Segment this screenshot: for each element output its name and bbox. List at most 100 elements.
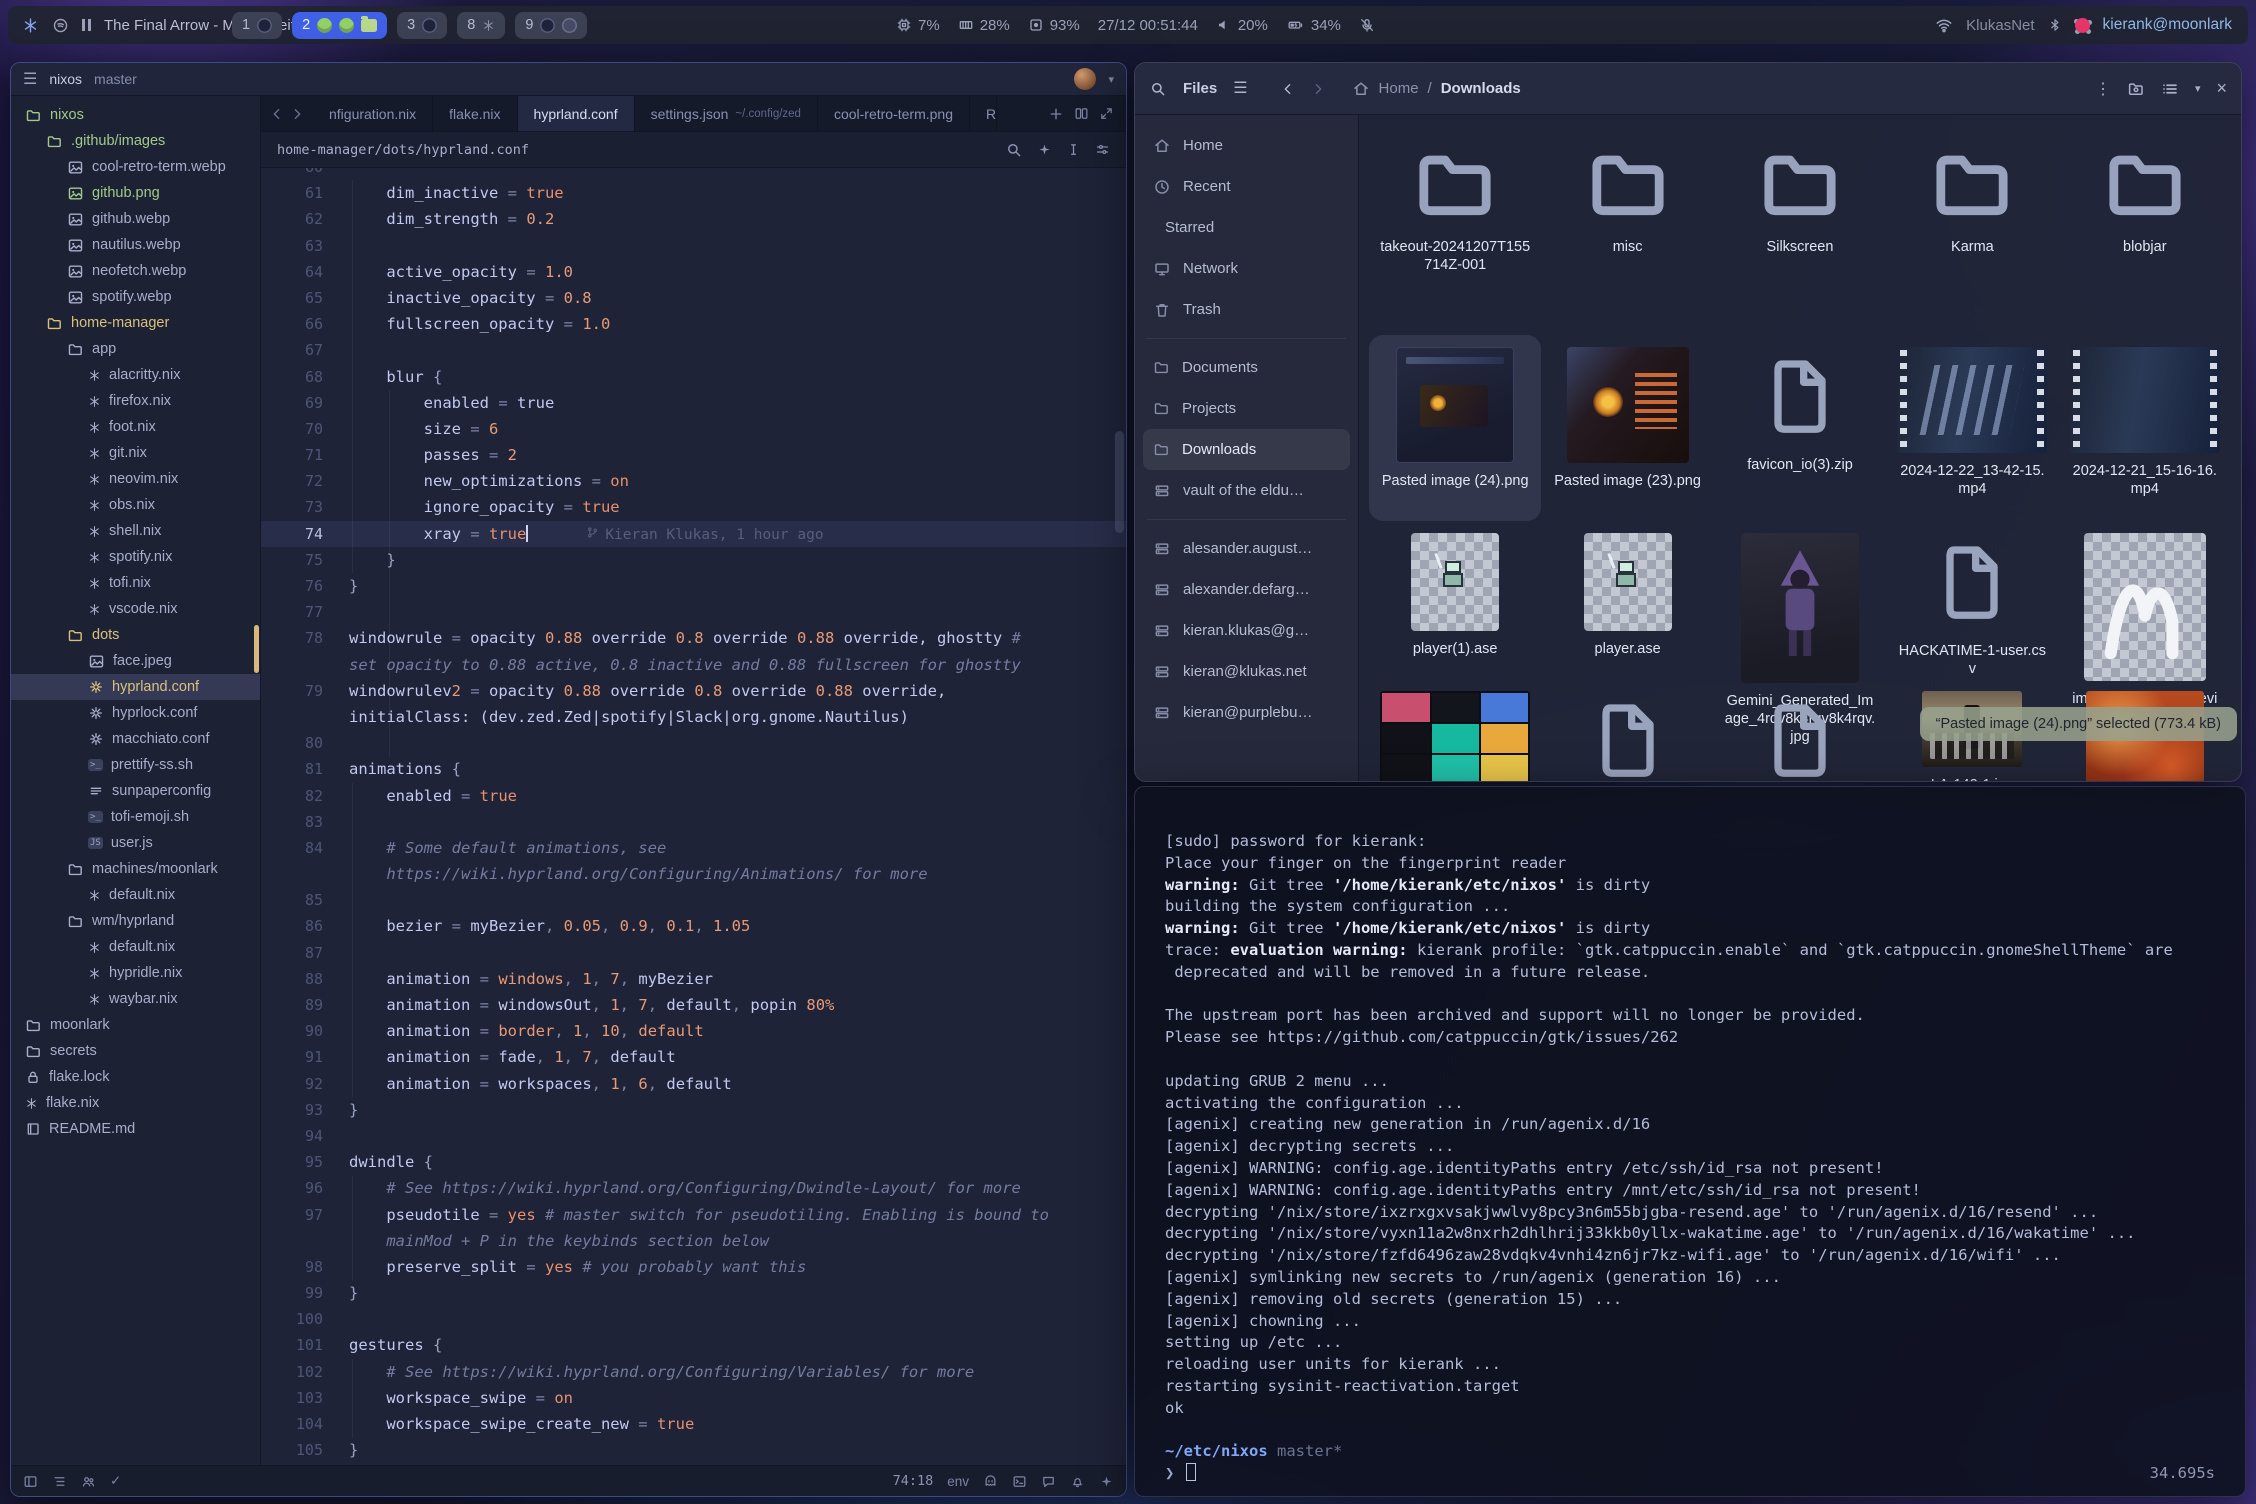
tree-item-hyprlock-conf[interactable]: hyprlock.conf — [11, 700, 260, 726]
code-row[interactable]: 96 # See https://wiki.hyprland.org/Confi… — [261, 1175, 1126, 1201]
code-row[interactable]: 102 # See https://wiki.hyprland.org/Conf… — [261, 1359, 1126, 1385]
breadcrumb[interactable]: home-manager/dots/hyprland.conf — [277, 142, 529, 158]
git-branch[interactable]: master — [94, 71, 137, 87]
tree-item-nautilus-webp[interactable]: nautilus.webp — [11, 232, 260, 258]
media-app-icon[interactable] — [52, 17, 69, 34]
tree-item-wm-hyprland[interactable]: wm/hyprland — [11, 908, 260, 934]
editor-scrollbar[interactable] — [1115, 431, 1124, 533]
tree-item-machines-moonlark[interactable]: machines/moonlark — [11, 856, 260, 882]
file-item-ca-crt[interactable]: ca.crt — [1714, 679, 1886, 781]
workspace-3[interactable]: 3 — [397, 12, 447, 39]
tab-nfiguration-nix[interactable]: nfiguration.nix — [313, 96, 433, 131]
search-icon[interactable] — [1149, 80, 1167, 98]
tree-scrollbar-thumb[interactable] — [254, 625, 259, 673]
tree-item--github-images[interactable]: .github/images — [11, 128, 260, 154]
collab-panel-toggle-icon[interactable] — [81, 1474, 96, 1489]
text-cursor-icon[interactable] — [1066, 141, 1081, 159]
code-row[interactable]: 62 dim_strength = 0.2 — [261, 206, 1126, 232]
code-row[interactable]: 98 preserve_split = yes # you probably w… — [261, 1254, 1126, 1280]
tree-item-macchiato-conf[interactable]: macchiato.conf — [11, 726, 260, 752]
code-row[interactable]: 86 bezier = myBezier, 0.05, 0.9, 0.1, 1.… — [261, 913, 1126, 939]
sidebar-item-kieran-klukas-g-[interactable]: kieran.klukas@g… — [1143, 610, 1350, 651]
tree-item-github-webp[interactable]: github.webp — [11, 206, 260, 232]
code-row[interactable]: 100 — [261, 1306, 1126, 1332]
search-icon[interactable] — [1005, 141, 1023, 159]
project-name[interactable]: nixos — [49, 71, 82, 87]
tree-item-app[interactable]: app — [11, 336, 260, 362]
tree-item-vscode-nix[interactable]: vscode.nix — [11, 596, 260, 622]
workspace-8[interactable]: 8 — [457, 12, 505, 39]
notifications-bell-icon[interactable] — [1070, 1474, 1085, 1489]
file-item-pasted-image-24-png[interactable]: Pasted image (24).png — [1369, 335, 1541, 521]
cursor-position[interactable]: 74:18 — [893, 1473, 934, 1489]
code-row[interactable]: 81animations { — [261, 756, 1126, 782]
code-row[interactable]: 75 } — [261, 547, 1126, 573]
sidebar-item-network[interactable]: Network — [1143, 248, 1350, 289]
code-row[interactable]: 74 xray = trueKieran Klukas, 1 hour ago — [261, 521, 1126, 547]
tab-flake-nix[interactable]: flake.nix — [433, 96, 517, 131]
code-row[interactable]: 71 passes = 2 — [261, 442, 1126, 468]
code-row[interactable]: 93} — [261, 1097, 1126, 1123]
kebab-menu-icon[interactable]: ⋮ — [2095, 79, 2111, 99]
menu-icon[interactable]: ☰ — [23, 69, 37, 89]
workspace-9[interactable]: 9 — [515, 12, 587, 39]
code-row[interactable]: 91 animation = fade, 1, 7, default — [261, 1044, 1126, 1070]
file-item-blobjar[interactable]: blobjar — [2059, 129, 2231, 335]
view-dropdown-icon[interactable]: ▾ — [2195, 82, 2201, 95]
tree-item-tofi-emoji-sh[interactable]: >_tofi-emoji.sh — [11, 804, 260, 830]
file-item-2024-12-21-15-16-16-mp4[interactable]: 2024-12-21_15-16-16.mp4 — [2059, 335, 2231, 521]
code-wrap-row[interactable]: https://wiki.hyprland.org/Configuring/An… — [261, 861, 1126, 887]
code-row[interactable]: 68 blur { — [261, 364, 1126, 390]
tree-item-user-js[interactable]: JSuser.js — [11, 830, 260, 856]
new-tab-icon[interactable] — [1048, 106, 1064, 122]
editor-settings-icon[interactable] — [1095, 141, 1110, 159]
tree-item-tofi-nix[interactable]: tofi.nix — [11, 570, 260, 596]
code-wrap-row[interactable]: mainMod + P in the keybinds section belo… — [261, 1228, 1126, 1254]
tree-item-github-png[interactable]: github.png — [11, 180, 260, 206]
back-icon[interactable] — [1280, 81, 1296, 97]
tree-item-flake-lock[interactable]: flake.lock — [11, 1064, 260, 1090]
code-row[interactable]: 83 — [261, 809, 1126, 835]
code-row[interactable]: 65 inactive_opacity = 0.8 — [261, 285, 1126, 311]
code-row[interactable]: 63 — [261, 233, 1126, 259]
sidebar-item-alesander-august-[interactable]: alesander.august… — [1143, 528, 1350, 569]
env-indicator[interactable]: env — [947, 1474, 969, 1489]
code-row[interactable]: 79windowrulev2 = opacity 0.88 override 0… — [261, 678, 1126, 704]
inline-assist-icon[interactable] — [1037, 141, 1052, 159]
code-row[interactable]: 72 new_optimizations = on — [261, 468, 1126, 494]
terminal-panel-icon[interactable] — [1012, 1474, 1027, 1489]
tree-item-spotify-webp[interactable]: spotify.webp — [11, 284, 260, 310]
zoom-pane-icon[interactable] — [1099, 106, 1114, 121]
terminal-window[interactable]: [sudo] password for kierank:Place your f… — [1134, 786, 2246, 1497]
code-row[interactable]: 99} — [261, 1280, 1126, 1306]
tree-item-secrets[interactable]: secrets — [11, 1038, 260, 1064]
sidebar-item-trash[interactable]: Trash — [1143, 289, 1350, 330]
code-row[interactable]: 92 animation = workspaces, 1, 6, default — [261, 1071, 1126, 1097]
sidebar-item-home[interactable]: Home — [1143, 125, 1350, 166]
sidebar-item-vault-of-the-eldu-[interactable]: vault of the eldu… — [1143, 470, 1350, 511]
tree-item-neovim-nix[interactable]: neovim.nix — [11, 466, 260, 492]
code-row[interactable]: 61 dim_inactive = true — [261, 180, 1126, 206]
code-row[interactable]: 87 — [261, 940, 1126, 966]
code-row[interactable]: 84 # Some default animations, see — [261, 835, 1126, 861]
file-item-wrapped-png[interactable]: wrapped.png — [1369, 679, 1541, 781]
project-panel-toggle-icon[interactable] — [23, 1474, 38, 1489]
code-row[interactable]: 103 workspace_swipe = on — [261, 1385, 1126, 1411]
sidebar-item-kieran-klukas-net[interactable]: kieran@klukas.net — [1143, 651, 1350, 692]
code-row[interactable]: 73 ignore_opacity = true — [261, 494, 1126, 520]
file-item-pasted-image-23-png[interactable]: Pasted image (23).png — [1541, 335, 1713, 521]
home-icon[interactable] — [1352, 80, 1370, 98]
code-row[interactable]: 89 animation = windowsOut, 1, 7, default… — [261, 992, 1126, 1018]
tree-item-default-nix[interactable]: default.nix — [11, 934, 260, 960]
code-row[interactable]: 106 — [261, 1463, 1126, 1465]
code-row[interactable]: 76} — [261, 573, 1126, 599]
sidebar-item-documents[interactable]: Documents — [1143, 347, 1350, 388]
tree-item-firefox-nix[interactable]: firefox.nix — [11, 388, 260, 414]
avatar[interactable] — [1074, 68, 1096, 90]
tree-item-hypridle-nix[interactable]: hypridle.nix — [11, 960, 260, 986]
tree-item-foot-nix[interactable]: foot.nix — [11, 414, 260, 440]
tree-item-spotify-nix[interactable]: spotify.nix — [11, 544, 260, 570]
editor-titlebar[interactable]: ☰ nixos master ▾ — [11, 63, 1126, 96]
code-row[interactable]: 104 workspace_swipe_create_new = true — [261, 1411, 1126, 1437]
code-row[interactable]: 95dwindle { — [261, 1149, 1126, 1175]
